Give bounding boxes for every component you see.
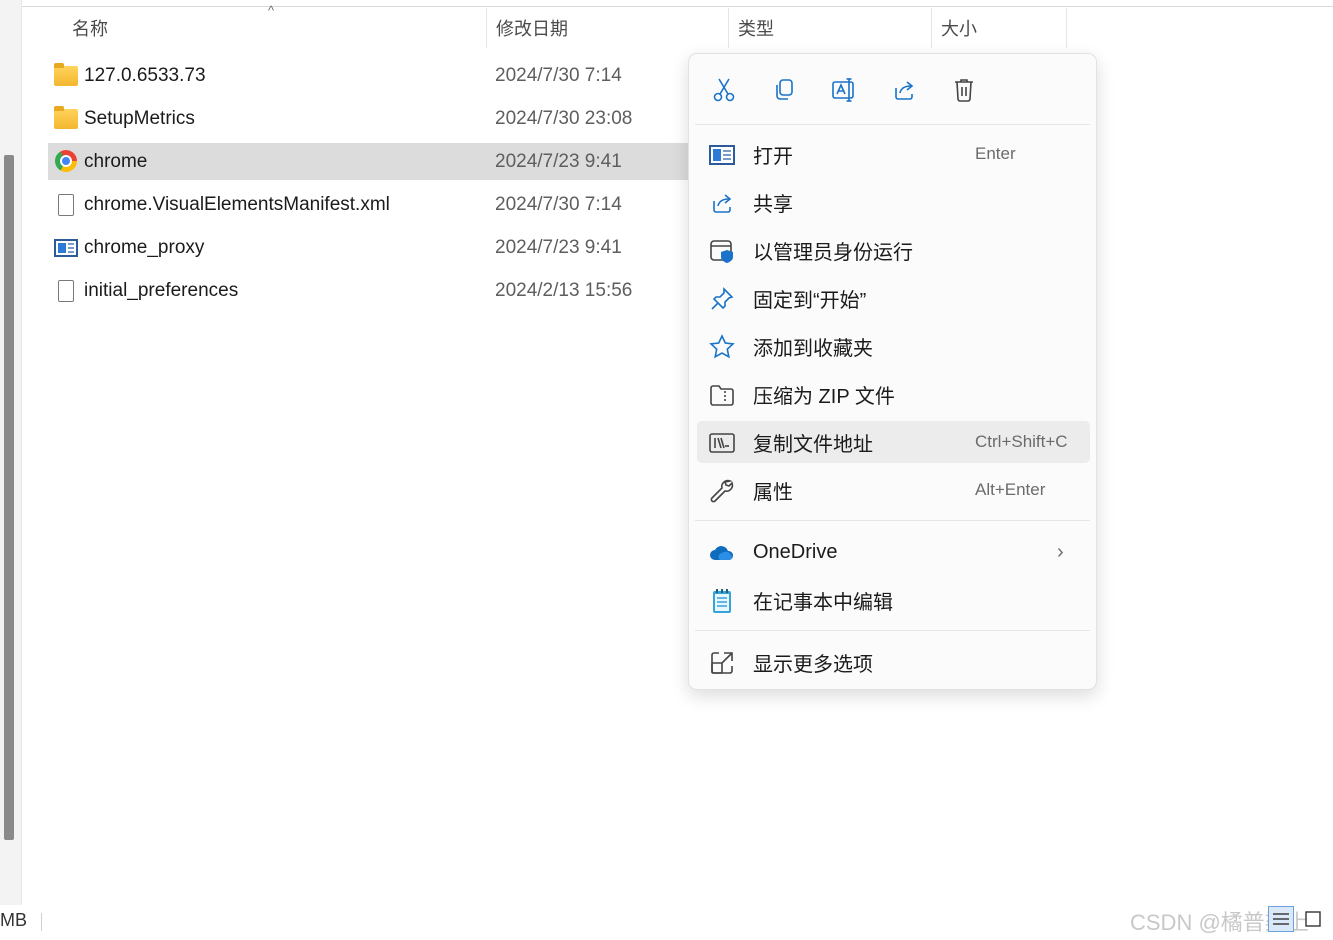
file-date: 2024/7/30 23:08 bbox=[495, 107, 633, 129]
context-menu-toolbar bbox=[689, 54, 1096, 124]
wrench-icon bbox=[709, 478, 735, 504]
file-icon bbox=[58, 194, 74, 216]
status-bar-divider bbox=[41, 913, 42, 931]
column-header-date-modified[interactable]: 修改日期 bbox=[486, 8, 728, 48]
menu-item-copy-as-path[interactable]: 复制文件地址 Ctrl+Shift+C bbox=[697, 421, 1090, 463]
column-header-type[interactable]: 类型 bbox=[728, 8, 931, 48]
file-explorer-window: 名称 ^ 修改日期 类型 大小 127.0.6533.73 2024/7/30 … bbox=[0, 0, 1333, 940]
file-row[interactable]: 127.0.6533.73 2024/7/30 7:14 bbox=[48, 57, 688, 94]
file-name: initial_preferences bbox=[84, 279, 239, 301]
column-header-name-label: 名称 bbox=[72, 19, 108, 39]
folder-icon bbox=[54, 106, 78, 129]
file-date: 2024/7/23 9:41 bbox=[495, 150, 622, 172]
delete-button[interactable] bbox=[948, 74, 980, 106]
menu-item-pin-to-start[interactable]: 固定到“开始” bbox=[697, 277, 1090, 319]
share-button[interactable] bbox=[888, 74, 920, 106]
context-menu: 打开 Enter 共享 以管理员身份运行 固定到“开始” 添加到收藏夹 压缩为 … bbox=[688, 53, 1097, 690]
menu-item-label: 压缩为 ZIP 文件 bbox=[753, 385, 895, 408]
menu-item-label: OneDrive bbox=[753, 540, 838, 563]
menu-item-shortcut: Ctrl+Shift+C bbox=[975, 432, 1068, 451]
cut-icon bbox=[713, 78, 735, 102]
menu-item-label: 共享 bbox=[753, 193, 793, 216]
menu-separator bbox=[695, 520, 1090, 521]
menu-item-label: 复制文件地址 bbox=[753, 433, 873, 456]
file-row[interactable]: initial_preferences 2024/2/13 15:56 bbox=[48, 272, 688, 309]
menu-item-open[interactable]: 打开 Enter bbox=[697, 133, 1090, 175]
file-name: 127.0.6533.73 bbox=[84, 64, 206, 86]
menu-item-shortcut: Enter bbox=[975, 144, 1016, 163]
menu-item-compress-zip[interactable]: 压缩为 ZIP 文件 bbox=[697, 373, 1090, 415]
header-top-border bbox=[22, 6, 1333, 7]
file-icon bbox=[58, 280, 74, 302]
details-view-button[interactable] bbox=[1268, 906, 1294, 932]
pin-icon bbox=[709, 286, 735, 312]
delete-icon bbox=[955, 79, 973, 102]
menu-item-properties[interactable]: 属性 Alt+Enter bbox=[697, 469, 1090, 511]
menu-item-shortcut: Alt+Enter bbox=[975, 480, 1046, 499]
large-icons-view-icon bbox=[1305, 911, 1321, 927]
file-date: 2024/7/30 7:14 bbox=[495, 193, 622, 215]
copy-button[interactable] bbox=[768, 74, 800, 106]
details-view-icon bbox=[1273, 913, 1289, 925]
share-icon bbox=[709, 190, 735, 216]
file-row[interactable]: SetupMetrics 2024/7/30 23:08 bbox=[48, 100, 688, 137]
large-icons-view-button[interactable] bbox=[1300, 906, 1326, 932]
menu-item-label: 以管理员身份运行 bbox=[753, 241, 913, 264]
menu-item-show-more-options[interactable]: 显示更多选项 bbox=[697, 641, 1090, 683]
copy-icon bbox=[776, 79, 793, 100]
file-row-selected[interactable]: chrome 2024/7/23 9:41 bbox=[48, 143, 688, 180]
file-date: 2024/7/23 9:41 bbox=[495, 236, 622, 258]
rename-icon bbox=[832, 78, 854, 102]
chevron-right-icon: › bbox=[1057, 541, 1064, 563]
column-divider[interactable] bbox=[1066, 8, 1067, 48]
status-bar-size: MB bbox=[0, 910, 27, 930]
file-date: 2024/2/13 15:56 bbox=[495, 279, 633, 301]
cut-button[interactable] bbox=[708, 74, 740, 106]
menu-item-onedrive[interactable]: OneDrive › bbox=[697, 531, 1090, 573]
menu-item-label: 属性 bbox=[753, 481, 793, 504]
sort-ascending-icon: ^ bbox=[268, 3, 275, 18]
copy-path-icon bbox=[709, 430, 735, 456]
menu-separator bbox=[695, 124, 1090, 125]
menu-item-label: 显示更多选项 bbox=[753, 653, 873, 676]
file-name: chrome bbox=[84, 150, 148, 172]
onedrive-icon bbox=[709, 540, 735, 566]
shield-icon bbox=[709, 238, 735, 264]
menu-item-label: 固定到“开始” bbox=[753, 289, 867, 312]
file-row[interactable]: chrome.VisualElementsManifest.xml 2024/7… bbox=[48, 186, 688, 223]
chrome-icon bbox=[55, 150, 77, 172]
zip-icon bbox=[709, 382, 735, 408]
file-row[interactable]: chrome_proxy 2024/7/23 9:41 bbox=[48, 229, 688, 266]
star-icon bbox=[709, 334, 735, 360]
menu-item-label: 添加到收藏夹 bbox=[753, 337, 873, 360]
open-app-icon bbox=[709, 142, 735, 168]
file-name: chrome.VisualElementsManifest.xml bbox=[84, 193, 390, 215]
share-icon bbox=[895, 81, 914, 100]
folder-icon bbox=[54, 63, 78, 86]
application-icon bbox=[54, 239, 78, 257]
file-date: 2024/7/30 7:14 bbox=[495, 64, 622, 86]
file-name: SetupMetrics bbox=[84, 107, 195, 129]
menu-item-label: 打开 bbox=[753, 145, 793, 168]
notepad-icon bbox=[709, 588, 735, 614]
menu-item-edit-in-notepad[interactable]: 在记事本中编辑 bbox=[697, 579, 1090, 621]
column-header-date-label: 修改日期 bbox=[496, 19, 568, 39]
column-header-size[interactable]: 大小 bbox=[931, 8, 1066, 48]
rename-button[interactable] bbox=[828, 74, 860, 106]
navigation-scrollbar[interactable] bbox=[4, 155, 14, 840]
menu-item-add-to-favorites[interactable]: 添加到收藏夹 bbox=[697, 325, 1090, 367]
more-options-icon bbox=[709, 650, 735, 676]
column-header-type-label: 类型 bbox=[738, 19, 774, 39]
menu-separator bbox=[695, 630, 1090, 631]
menu-item-run-as-admin[interactable]: 以管理员身份运行 bbox=[697, 229, 1090, 271]
menu-item-label: 在记事本中编辑 bbox=[753, 591, 893, 614]
menu-item-share[interactable]: 共享 bbox=[697, 181, 1090, 223]
file-name: chrome_proxy bbox=[84, 236, 205, 258]
column-header-size-label: 大小 bbox=[941, 19, 977, 39]
